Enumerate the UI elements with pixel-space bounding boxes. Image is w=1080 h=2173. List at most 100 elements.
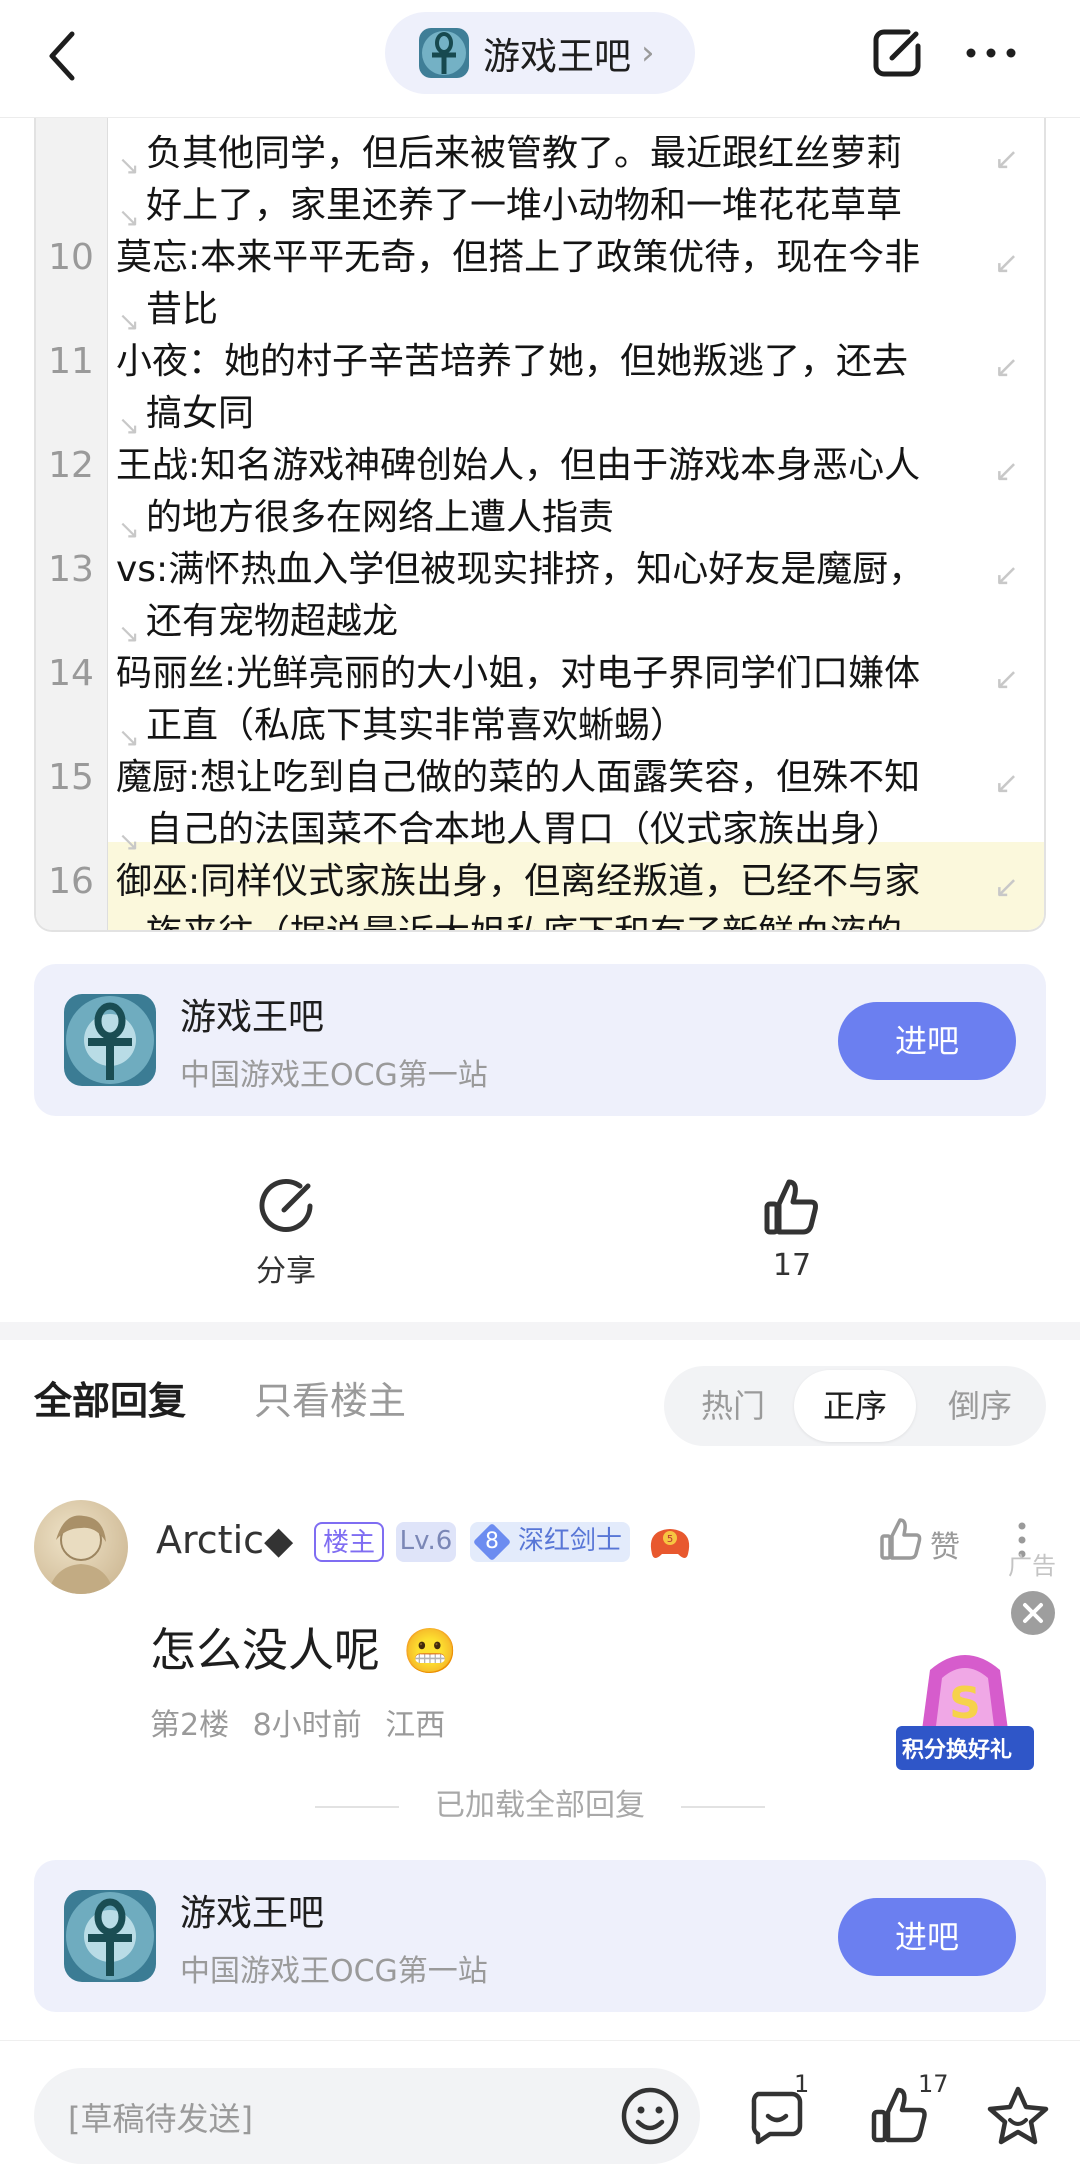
forum-logo-icon	[64, 1890, 156, 1982]
code-line: ↘ 还有宠物超越龙	[36, 596, 1044, 649]
forum-card-subtitle: 中国游戏王OCG第一站	[180, 1954, 488, 1989]
more-icon[interactable]	[962, 24, 1020, 82]
wrap-icon: ↙	[994, 766, 1020, 801]
code-text: 还有宠物超越龙	[146, 601, 399, 642]
forum-card-title: 游戏王吧	[180, 997, 325, 1038]
code-text: 昔比	[146, 289, 219, 330]
like-count: 17	[918, 2070, 949, 2098]
code-line: ↘ 正直（私底下其实非常喜欢蜥蜴）	[36, 700, 1044, 753]
code-line: ↘ 负其他同学，但后来被管教了。最近跟红丝萝莉 ↙	[36, 128, 1044, 181]
forum-card-subtitle: 中国游戏王OCG第一站	[180, 1058, 488, 1093]
avatar[interactable]	[34, 1500, 128, 1594]
code-line: ↘ 昔比	[36, 284, 1044, 337]
code-text: 正直（私底下其实非常喜欢蜥蜴）	[146, 705, 687, 746]
code-text: vs:满怀热血入学但被现实排挤，知心好友是魔厨，	[116, 549, 925, 590]
section-divider	[0, 1322, 1080, 1340]
code-line: 12 王战:知名游戏神碑创始人，但由于游戏本身恶心人 ↙	[36, 440, 1044, 492]
post-image-code: ↘ 负其他同学，但后来被管教了。最近跟红丝萝莉 ↙ ↘ 好上了，家里还养了一堆小动物和一…	[34, 118, 1046, 932]
enter-forum-button[interactable]: 进吧	[838, 1002, 1016, 1080]
wrap-icon: ↙	[994, 246, 1020, 281]
tab-all-replies[interactable]: 全部回复	[34, 1370, 186, 1425]
like-icon[interactable]	[878, 1516, 924, 1562]
post-location: 江西	[385, 1708, 446, 1743]
floor-number: 第2楼	[150, 1708, 230, 1743]
code-text: 王战:知名游戏神碑创始人，但由于游戏本身恶心人	[116, 445, 921, 486]
like-action[interactable]: 17	[732, 1176, 852, 1283]
wrap-icon: ↙	[994, 662, 1020, 697]
sort-asc[interactable]: 正序	[794, 1370, 916, 1442]
svg-text:5: 5	[667, 1534, 673, 1545]
enter-forum-button[interactable]: 进吧	[838, 1898, 1016, 1976]
line-number: 16	[48, 861, 94, 902]
comment-text: 怎么没人呢 😬	[150, 1614, 457, 1680]
share-action[interactable]: 分享	[226, 1176, 346, 1290]
thumbs-up-icon	[764, 1179, 818, 1235]
wrap-icon: ↙	[994, 870, 1020, 905]
wrap-continue-icon: ↘	[118, 920, 140, 930]
code-text: 御巫:同样仪式家族出身，但离经叛道，已经不与家	[116, 861, 921, 902]
line-number: 13	[48, 549, 94, 590]
comment-meta: 第2楼 8小时前 江西	[150, 1700, 445, 1744]
code-text: 好上了，家里还养了一堆小动物和一堆花花草草	[146, 185, 903, 226]
forum-pill[interactable]: 游戏王吧 ›	[385, 12, 695, 94]
all-loaded-notice: 已加载全部回复	[0, 1780, 1080, 1824]
sort-segmented-control: 热门 正序 倒序	[664, 1366, 1046, 1446]
ad-label: 广告	[1008, 1552, 1056, 1580]
code-text: 魔厨:想让吃到自己做的菜的人面露笑容，但殊不知	[116, 757, 921, 798]
promo-label: 积分换好礼	[902, 1738, 1013, 1763]
forum-card[interactable]: 游戏王吧 中国游戏王OCG第一站 进吧	[34, 964, 1046, 1116]
reply-input[interactable]: [草稿待发送]	[34, 2068, 700, 2164]
line-number: 15	[48, 757, 94, 798]
wrap-icon: ↙	[994, 142, 1020, 177]
forum-logo-icon	[64, 994, 156, 1086]
line-number: 12	[48, 445, 94, 486]
forum-card-bottom[interactable]: 游戏王吧 中国游戏王OCG第一站 进吧	[34, 1860, 1046, 2012]
code-line: 14 码丽丝:光鲜亮丽的大小姐，对电子界同学们口嫌体 ↙	[36, 648, 1044, 700]
code-text: 码丽丝:光鲜亮丽的大小姐，对电子界同学们口嫌体	[116, 653, 921, 694]
share-label: 分享	[256, 1254, 316, 1289]
code-line: 10 莫忘:本来平平无奇，但搭上了政策优待，现在今非 ↙	[36, 232, 1044, 284]
wrap-icon: ↙	[994, 558, 1020, 593]
emoji-icon[interactable]	[620, 2086, 680, 2146]
code-line: ↘ 好上了，家里还养了一堆小动物和一堆花花草草	[36, 180, 1044, 233]
sort-desc[interactable]: 倒序	[922, 1366, 1038, 1446]
username[interactable]: Arctic◆	[156, 1518, 293, 1562]
comment-body: 怎么没人呢	[150, 1623, 380, 1677]
divider-line	[680, 1805, 765, 1808]
level-badge: Lv.6	[396, 1522, 456, 1562]
title-badge-number: 8	[485, 1529, 499, 1554]
reply-placeholder: [草稿待发送]	[68, 2100, 253, 2138]
title-badge-label: 深红剑士	[518, 1526, 623, 1556]
code-text: 的地方很多在网络上遭人指责	[146, 497, 615, 538]
loaded-text: 已加载全部回复	[435, 1788, 645, 1823]
post-time: 8小时前	[252, 1708, 362, 1743]
sort-hot[interactable]: 热门	[678, 1366, 788, 1446]
tab-owner-only[interactable]: 只看楼主	[254, 1370, 406, 1425]
owner-badge: 楼主	[314, 1522, 384, 1562]
code-text: 负其他同学，但后来被管教了。最近跟红丝萝莉	[146, 133, 903, 174]
code-text: 自己的法国菜不合本地人胃口（仪式家族出身）	[146, 809, 903, 850]
forum-card-title: 游戏王吧	[180, 1893, 325, 1934]
code-text: 莫忘:本来平平无奇，但搭上了政策优待，现在今非	[116, 237, 921, 278]
comment-count: 1	[794, 2070, 810, 2098]
code-line: 16 御巫:同样仪式家族出身，但离经叛道，已经不与家 ↙	[36, 856, 1044, 908]
line-number: 10	[48, 237, 94, 278]
divider-line	[315, 1805, 400, 1808]
grimace-emoji: 😬	[402, 1626, 458, 1677]
forum-name: 游戏王吧	[483, 35, 631, 78]
like-label[interactable]: 赞	[930, 1522, 960, 1566]
wrap-icon: ↙	[994, 350, 1020, 385]
chevron-right-icon: ›	[641, 33, 655, 73]
code-line: 13 vs:满怀热血入学但被现实排挤，知心好友是魔厨， ↙	[36, 544, 1044, 596]
game-controller-icon: 5	[650, 1529, 690, 1558]
star-icon[interactable]	[986, 2084, 1050, 2148]
like-count: 17	[772, 1248, 812, 1283]
title-badge: 8 深红剑士	[470, 1522, 630, 1562]
points-promo-widget[interactable]: S 积分换好礼	[890, 1640, 1040, 1780]
share-edit-icon[interactable]	[868, 24, 926, 82]
close-icon[interactable]	[1010, 1590, 1056, 1636]
back-icon[interactable]	[44, 28, 84, 84]
line-number: 14	[48, 653, 94, 694]
forum-logo-icon	[419, 28, 469, 78]
svg-text:S: S	[949, 1678, 981, 1729]
